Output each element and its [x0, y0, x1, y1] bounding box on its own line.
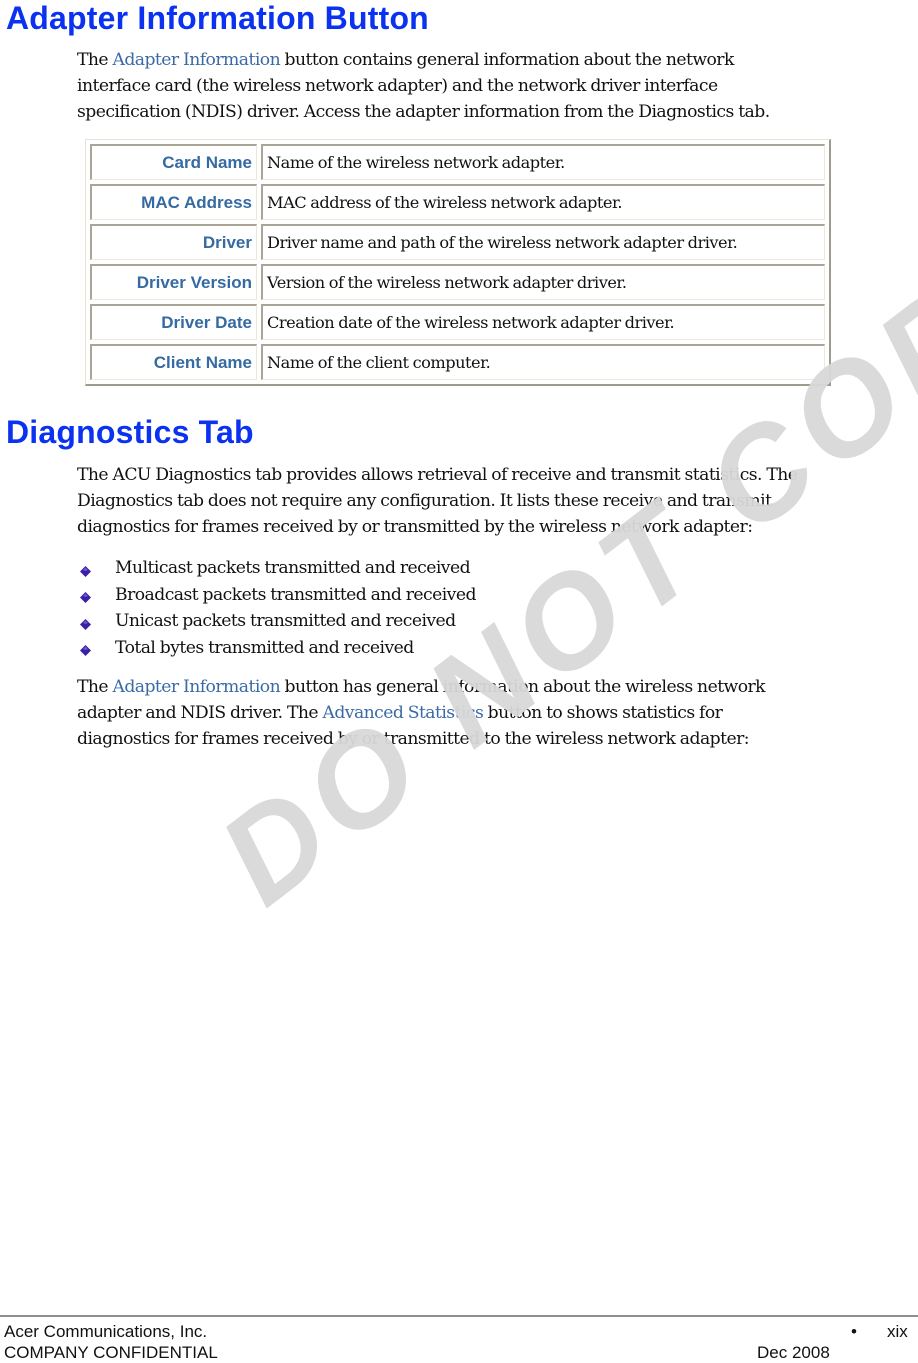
table-row: Card Name Name of the wireless network ad…	[90, 144, 825, 180]
table-term: Client Name	[90, 344, 257, 380]
adapter-info-table: Card Name Name of the wireless network ad…	[85, 139, 831, 386]
list-item: Multicast packets transmitted and receiv…	[77, 555, 476, 582]
footer-divider	[0, 1315, 918, 1317]
footer-company: Acer Communications, Inc.	[4, 1322, 208, 1341]
table-description: Version of the wireless network adapter …	[261, 264, 825, 300]
closing-text: adapter and NDIS driver. The	[77, 703, 323, 723]
diagnostics-intro: The ACU Diagnostics tab provides allows …	[77, 462, 798, 540]
intro-text: specification (NDIS) driver. Access the …	[77, 102, 770, 122]
intro-text: diagnostics for frames received by or tr…	[77, 517, 753, 537]
closing-text: diagnostics for frames received by or tr…	[77, 729, 750, 749]
diagnostics-bullet-list: Multicast packets transmitted and receiv…	[77, 555, 476, 661]
section-title-diagnostics-tab: Diagnostics Tab	[6, 414, 254, 450]
section-title-adapter-information: Adapter Information Button	[6, 0, 429, 36]
list-item-text: Total bytes transmitted and received	[115, 637, 414, 658]
list-item-text: Broadcast packets transmitted and receiv…	[115, 584, 476, 605]
footer-page-number: xix	[887, 1322, 908, 1341]
adapter-info-intro: The Adapter Information button contains …	[77, 47, 770, 125]
footer-confidential: COMPANY CONFIDENTIAL	[4, 1343, 218, 1362]
footer-bullet-icon: •	[851, 1322, 857, 1341]
intro-text: interface card (the wireless network ada…	[77, 76, 718, 96]
intro-text: button contains general information abou…	[280, 50, 735, 70]
list-item: Total bytes transmitted and received	[77, 635, 476, 662]
table-term: MAC Address	[90, 184, 257, 220]
table-term: Driver	[90, 224, 257, 260]
document-page: Adapter Information Button The Adapter I…	[0, 0, 918, 1362]
table-term: Driver Date	[90, 304, 257, 340]
table-term: Driver Version	[90, 264, 257, 300]
closing-text: The	[77, 677, 113, 697]
list-item-text: Multicast packets transmitted and receiv…	[115, 558, 471, 578]
intro-text: Diagnostics tab does not require any con…	[77, 491, 772, 511]
closing-text: button has general information about the…	[280, 677, 766, 697]
footer-date: Dec 2008	[757, 1343, 830, 1362]
table-description: Name of the client computer.	[261, 344, 825, 380]
table-row: Driver Date Creation date of the wireless…	[90, 304, 825, 340]
advanced-statistics-link[interactable]: Advanced Statistics	[322, 703, 483, 723]
diamond-bullet-icon	[80, 612, 91, 630]
table-description: Name of the wireless network adapter.	[261, 144, 825, 180]
table-row: Client Name Name of the client computer.	[90, 344, 825, 380]
table-term: Card Name	[90, 144, 257, 180]
table-description: Driver name and path of the wireless net…	[261, 224, 825, 260]
diamond-bullet-icon	[80, 559, 91, 577]
diamond-bullet-icon	[80, 585, 91, 604]
table-description: MAC address of the wireless network adap…	[261, 184, 825, 220]
table-row: Driver Version Version of the wireless ne…	[90, 264, 825, 300]
adapter-information-link[interactable]: Adapter Information	[112, 50, 280, 70]
intro-text: The	[77, 50, 113, 70]
diagnostics-closing: The Adapter Information button has gener…	[77, 674, 766, 752]
table-description: Creation date of the wireless network ad…	[261, 304, 825, 340]
list-item: Unicast packets transmitted and received	[77, 608, 476, 635]
list-item-text: Unicast packets transmitted and received	[115, 611, 456, 631]
adapter-information-link[interactable]: Adapter Information	[112, 677, 280, 697]
table-row: MAC Address MAC address of the wireless n…	[90, 184, 825, 220]
diamond-bullet-icon	[80, 638, 91, 657]
table-row: Driver Driver name and path of the wirele…	[90, 224, 825, 260]
closing-text: button to shows statistics for	[483, 703, 723, 723]
list-item: Broadcast packets transmitted and receiv…	[77, 582, 476, 609]
intro-text: The ACU Diagnostics tab provides allows …	[77, 465, 798, 485]
